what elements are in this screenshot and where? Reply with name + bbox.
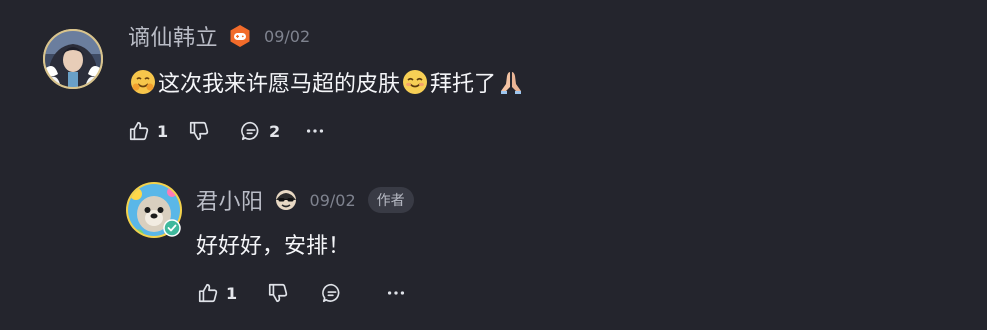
comment-date: 09/02 <box>309 190 356 210</box>
comment-item: 谪仙韩立 09/02 这次我来许愿马超的皮肤 拜托了 1 2 <box>0 0 987 165</box>
user-avatar[interactable] <box>126 182 182 238</box>
comment-bubble-icon <box>241 121 259 141</box>
gamepad-badge-icon <box>228 24 252 48</box>
more-options-button[interactable] <box>385 282 425 304</box>
comment-text-end: 拜托了 <box>430 72 497 97</box>
comment-actions: 1 <box>197 280 425 306</box>
author-tag: 作者 <box>367 187 414 213</box>
folded-hands-emoji-icon <box>498 69 524 95</box>
comment-text: 这次我来许愿马超的皮肤 拜托了 <box>128 66 526 98</box>
reply-button[interactable]: 2 <box>240 120 304 142</box>
thumbs-down-icon <box>189 121 209 141</box>
thumbs-up-icon <box>198 283 218 303</box>
username[interactable]: 君小阳 <box>196 184 264 216</box>
sunglasses-badge-icon <box>274 188 298 212</box>
hugging-face-emoji-icon <box>130 69 156 95</box>
like-count: 1 <box>226 283 238 303</box>
reply-button[interactable] <box>321 282 385 304</box>
more-icon <box>306 129 324 133</box>
more-icon <box>387 291 405 295</box>
reply-count: 2 <box>269 121 281 141</box>
smiling-face-emoji-icon <box>402 69 428 95</box>
thumbs-down-icon <box>268 283 288 303</box>
like-count: 1 <box>157 121 169 141</box>
thumbs-up-icon <box>129 121 149 141</box>
user-avatar[interactable] <box>42 28 104 90</box>
like-button[interactable]: 1 <box>128 120 188 142</box>
reply-item: 君小阳 09/02 作者 好好好，安排！ 1 <box>0 165 987 330</box>
comment-bubble-icon <box>322 283 340 303</box>
dislike-button[interactable] <box>267 282 321 304</box>
username[interactable]: 谪仙韩立 <box>128 20 218 52</box>
comment-header: 谪仙韩立 09/02 <box>128 20 311 52</box>
comment-header: 君小阳 09/02 作者 <box>196 184 414 216</box>
dislike-button[interactable] <box>188 120 240 142</box>
comment-date: 09/02 <box>264 26 311 46</box>
more-options-button[interactable] <box>304 120 344 142</box>
like-button[interactable]: 1 <box>197 282 267 304</box>
comment-text-main: 好好好，安排！ <box>196 234 351 259</box>
comment-text: 好好好，安排！ <box>196 228 350 260</box>
comment-text-main: 这次我来许愿马超的皮肤 <box>158 72 401 97</box>
comment-actions: 1 2 <box>128 118 344 144</box>
